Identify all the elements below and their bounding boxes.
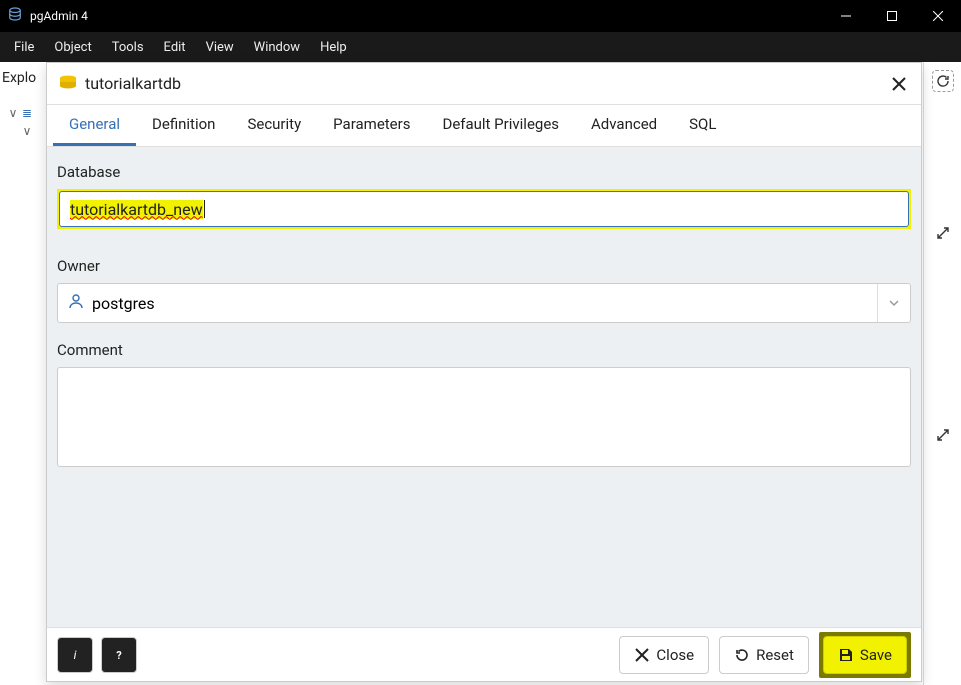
- tab-default-privileges[interactable]: Default Privileges: [426, 105, 575, 146]
- save-button[interactable]: Save: [823, 636, 907, 674]
- database-icon: [59, 74, 77, 93]
- owner-label: Owner: [57, 257, 911, 275]
- servers-icon: ≣: [22, 106, 32, 120]
- menu-edit[interactable]: Edit: [154, 36, 196, 59]
- window-titlebar: pgAdmin 4: [0, 0, 961, 32]
- dialog-tabs: General Definition Security Parameters D…: [47, 105, 921, 147]
- close-button-label: Close: [656, 646, 694, 664]
- refresh-icon[interactable]: [932, 70, 954, 92]
- tab-advanced[interactable]: Advanced: [575, 105, 673, 146]
- comment-label: Comment: [57, 341, 911, 359]
- expand-icon-2[interactable]: [932, 424, 954, 446]
- comment-textarea[interactable]: [57, 367, 911, 467]
- window-close[interactable]: [915, 0, 961, 32]
- database-name-value: tutorialkartdb_new: [70, 200, 203, 219]
- help-button[interactable]: ?: [101, 637, 137, 673]
- svg-text:?: ?: [116, 649, 122, 662]
- tab-parameters[interactable]: Parameters: [317, 105, 426, 146]
- reset-button-label: Reset: [756, 646, 794, 664]
- close-button[interactable]: Close: [619, 636, 709, 674]
- chevron-down-icon: [877, 284, 900, 322]
- menu-view[interactable]: View: [196, 36, 244, 59]
- main-menubar: File Object Tools Edit View Window Help: [0, 32, 961, 62]
- user-icon: [68, 293, 84, 313]
- menu-window[interactable]: Window: [244, 36, 310, 59]
- owner-value: postgres: [92, 294, 155, 313]
- menu-file[interactable]: File: [4, 36, 44, 59]
- svg-text:i: i: [74, 648, 77, 662]
- tab-general[interactable]: General: [53, 105, 136, 146]
- owner-select[interactable]: postgres: [57, 283, 911, 323]
- window-maximize[interactable]: [869, 0, 915, 32]
- dialog-title-text: tutorialkartdb: [85, 74, 181, 93]
- database-properties-dialog: tutorialkartdb General Definition Securi…: [46, 62, 922, 682]
- menu-object[interactable]: Object: [44, 36, 101, 59]
- dialog-close-icon[interactable]: [889, 74, 909, 94]
- reset-button[interactable]: Reset: [719, 636, 809, 674]
- menu-tools[interactable]: Tools: [102, 36, 154, 59]
- save-button-highlight: Save: [819, 632, 911, 678]
- info-button[interactable]: i: [57, 637, 93, 673]
- explorer-panel-label: Explo: [2, 70, 36, 86]
- database-name-input[interactable]: tutorialkartdb_new: [59, 191, 909, 227]
- expand-icon[interactable]: [932, 222, 954, 244]
- window-minimize[interactable]: [823, 0, 869, 32]
- right-toolbar: [923, 62, 961, 685]
- database-label: Database: [57, 163, 911, 181]
- tab-definition[interactable]: Definition: [136, 105, 231, 146]
- save-button-label: Save: [860, 646, 892, 664]
- tab-security[interactable]: Security: [231, 105, 317, 146]
- database-input-highlight: tutorialkartdb_new: [57, 189, 911, 229]
- tab-sql[interactable]: SQL: [673, 105, 732, 146]
- menu-help[interactable]: Help: [310, 36, 357, 59]
- window-title: pgAdmin 4: [30, 9, 88, 23]
- app-icon: [6, 5, 24, 27]
- object-tree[interactable]: ∨≣ ∨: [8, 104, 32, 140]
